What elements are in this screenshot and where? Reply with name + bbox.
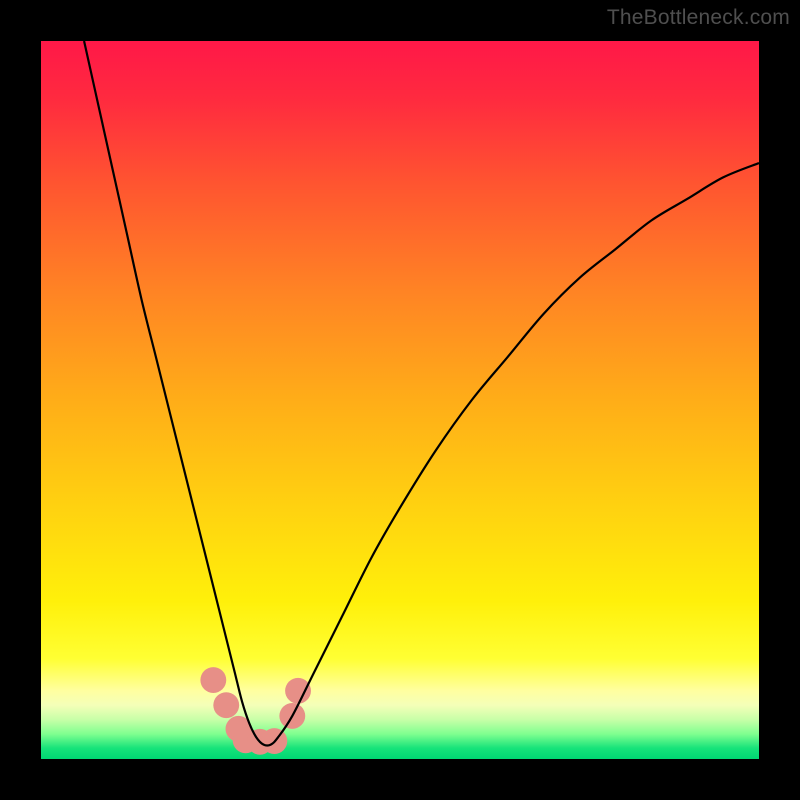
highlight-marker [285, 678, 311, 704]
curve-layer [41, 41, 759, 759]
chart-frame: TheBottleneck.com [0, 0, 800, 800]
plot-area [41, 41, 759, 759]
highlight-marker [213, 692, 239, 718]
bottleneck-curve [84, 41, 759, 746]
watermark-text: TheBottleneck.com [607, 6, 790, 30]
highlight-marker [200, 667, 226, 693]
